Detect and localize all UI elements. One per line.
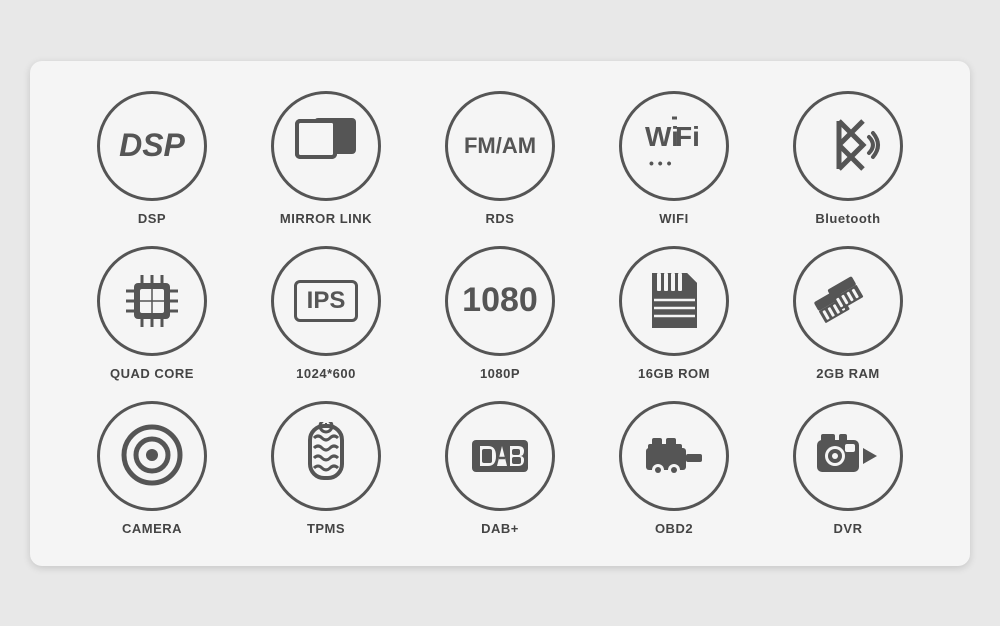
mirror-link-icon [294, 118, 359, 173]
rds-icon: FM/AM [464, 133, 536, 159]
mirror-link-circle [271, 91, 381, 201]
feature-card: DSP DSP MIRROR LINK FM/AM RDS [30, 61, 970, 566]
tpms-label: TPMS [307, 521, 345, 536]
feature-2gb-ram: 2GB RAM [766, 246, 930, 381]
bluetooth-label: Bluetooth [815, 211, 880, 226]
dsp-circle: DSP [97, 91, 207, 201]
1080p-icon: 1080 [462, 281, 538, 320]
mirror-link-label: MIRROR LINK [280, 211, 372, 226]
ips-circle: IPS [271, 246, 381, 356]
feature-obd2: OBD2 [592, 401, 756, 536]
feature-tpms: TPMS [244, 401, 408, 536]
dab-label: DAB+ [481, 521, 519, 536]
bluetooth-circle [793, 91, 903, 201]
ram-icon [812, 273, 884, 328]
2gb-ram-circle [793, 246, 903, 356]
feature-wifi: Wi Fi • • • WIFI [592, 91, 756, 226]
feature-16gb-rom: 16GB ROM [592, 246, 756, 381]
feature-camera: CAMERA [70, 401, 234, 536]
obd2-label: OBD2 [655, 521, 693, 536]
feature-dab: DAB+ [418, 401, 582, 536]
feature-ips: IPS 1024*600 [244, 246, 408, 381]
ips-icon: IPS [307, 287, 346, 315]
ips-box: IPS [294, 280, 359, 322]
2gb-ram-label: 2GB RAM [816, 366, 879, 381]
quad-core-icon [116, 265, 188, 337]
obd2-circle [619, 401, 729, 511]
dab-icon [464, 426, 536, 486]
dvr-label: DVR [834, 521, 863, 536]
dab-circle [445, 401, 555, 511]
tpms-icon [294, 422, 359, 490]
tpms-circle [271, 401, 381, 511]
camera-circle [97, 401, 207, 511]
dvr-circle [793, 401, 903, 511]
dsp-label: DSP [138, 211, 166, 226]
wifi-label: WIFI [659, 211, 688, 226]
svg-text:Wi: Wi [645, 121, 679, 152]
quad-core-circle [97, 246, 207, 356]
feature-grid: DSP DSP MIRROR LINK FM/AM RDS [70, 91, 930, 536]
feature-rds: FM/AM RDS [418, 91, 582, 226]
16gb-rom-label: 16GB ROM [638, 366, 710, 381]
camera-label: CAMERA [122, 521, 182, 536]
feature-quad-core: QUAD CORE [70, 246, 234, 381]
rds-label: RDS [486, 211, 515, 226]
svg-text:Fi: Fi [675, 121, 700, 152]
dsp-icon: DSP [119, 127, 185, 164]
bluetooth-icon [811, 113, 886, 178]
wifi-circle: Wi Fi • • • [619, 91, 729, 201]
1080p-label: 1080P [480, 366, 520, 381]
feature-1080p: 1080 1080P [418, 246, 582, 381]
obd2-icon [638, 422, 710, 490]
feature-dsp: DSP DSP [70, 91, 234, 226]
ips-label: 1024*600 [296, 366, 356, 381]
feature-mirror-link: MIRROR LINK [244, 91, 408, 226]
16gb-rom-circle [619, 246, 729, 356]
wifi-icon: Wi Fi • • • [637, 116, 712, 176]
rds-circle: FM/AM [445, 91, 555, 201]
quad-core-label: QUAD CORE [110, 366, 194, 381]
feature-bluetooth: Bluetooth [766, 91, 930, 226]
svg-text:• • •: • • • [649, 155, 672, 171]
sd-card-icon [642, 268, 707, 333]
camera-icon [120, 423, 185, 488]
feature-dvr: DVR [766, 401, 930, 536]
1080p-circle: 1080 [445, 246, 555, 356]
dvr-icon [811, 426, 886, 486]
